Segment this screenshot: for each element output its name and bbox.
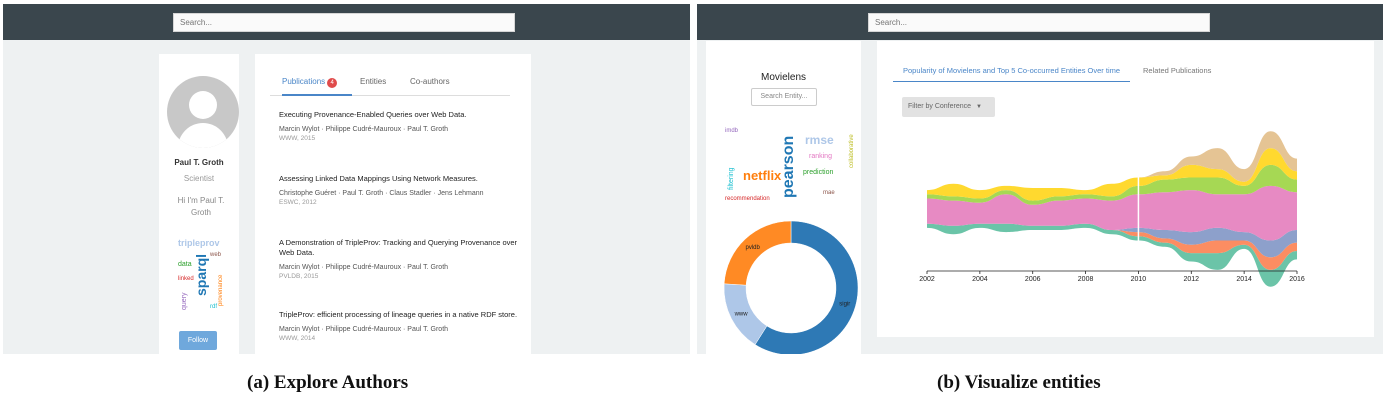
search-input[interactable] bbox=[173, 13, 515, 32]
word-cloud-term: query bbox=[181, 292, 188, 310]
donut-slice-label: pvldb bbox=[745, 245, 760, 251]
publication-item: TripleProv: efficient processing of line… bbox=[279, 310, 519, 342]
streamgraph-chart: 2002 2004 2006 2008 2010 2012 2014 2016 bbox=[919, 131, 1305, 287]
entity-title: Movielens bbox=[760, 72, 807, 83]
visualize-entities-screen: Movielens Search Entity... pearson netfl… bbox=[697, 4, 1383, 354]
tab-publications[interactable]: Publications 4 bbox=[282, 77, 338, 88]
x-tick-label: 2002 bbox=[919, 276, 935, 283]
profile-tabs: Publications 4 Entities Co-authors bbox=[270, 72, 510, 96]
word-cloud-term: provenance bbox=[218, 274, 224, 306]
x-tick-label: 2014 bbox=[1236, 276, 1252, 283]
entity-popularity-card: Popularity of Movielens and Top 5 Co-occ… bbox=[877, 41, 1374, 337]
x-tick-label: 2006 bbox=[1025, 276, 1041, 283]
publication-item: Executing Provenance-Enabled Queries ove… bbox=[279, 110, 519, 142]
entity-word-cloud: pearson netflix recommendation rmse pred… bbox=[725, 128, 855, 202]
word-cloud-term: linked bbox=[178, 276, 194, 282]
explore-authors-screen: Paul T. Groth Scientist Hi I'm Paul T. G… bbox=[3, 4, 690, 354]
publication-title[interactable]: TripleProv: efficient processing of line… bbox=[279, 310, 519, 320]
word-cloud-term: collaborative bbox=[849, 134, 855, 168]
chart-tabs: Popularity of Movielens and Top 5 Co-occ… bbox=[893, 53, 1363, 83]
top-navbar bbox=[697, 4, 1383, 40]
tab-label: Publications bbox=[282, 77, 326, 86]
publication-authors[interactable]: Marcin Wylot · Philippe Cudré-Mauroux · … bbox=[279, 264, 519, 271]
x-tick-label: 2016 bbox=[1289, 276, 1305, 283]
publication-venue: WWW, 2014 bbox=[279, 335, 316, 342]
follow-button[interactable]: Follow bbox=[179, 331, 217, 350]
tab-related-publications[interactable]: Related Publications bbox=[1143, 66, 1211, 75]
x-tick-label: 2010 bbox=[1131, 276, 1147, 283]
author-word-cloud: tripleprov sparql data linked query web … bbox=[178, 238, 224, 310]
donut-slice-pvldb[interactable] bbox=[723, 220, 792, 286]
search-input[interactable] bbox=[868, 13, 1210, 32]
caret-down-icon: ▼ bbox=[975, 104, 982, 110]
conference-donut-chart: sigir www pvldb bbox=[723, 220, 859, 354]
tab-entities[interactable]: Entities bbox=[360, 77, 386, 86]
publication-venue: ESWC, 2012 bbox=[279, 199, 317, 206]
tab-co-authors[interactable]: Co-authors bbox=[410, 77, 450, 86]
entity-card: Movielens Search Entity... pearson netfl… bbox=[706, 41, 861, 354]
top-navbar bbox=[3, 4, 690, 40]
word-cloud-term: recommendation bbox=[725, 196, 770, 202]
publication-item: Assessing Linked Data Mappings Using Net… bbox=[279, 174, 519, 206]
publication-authors[interactable]: Marcin Wylot · Philippe Cudré-Mauroux · … bbox=[279, 126, 519, 133]
stream-layer[interactable] bbox=[927, 131, 1297, 191]
caption-visualize-entities: (b) Visualize entities bbox=[937, 372, 1101, 393]
word-cloud-term: mae bbox=[823, 190, 835, 196]
publication-venue: WWW, 2015 bbox=[279, 135, 316, 142]
filter-by-conference-dropdown[interactable]: Filter by Conference ▼ bbox=[902, 97, 995, 117]
avatar bbox=[167, 76, 239, 148]
publications-card: Publications 4 Entities Co-authors Execut… bbox=[255, 54, 531, 354]
word-cloud-term: rmse bbox=[805, 133, 834, 147]
publication-title[interactable]: Executing Provenance-Enabled Queries ove… bbox=[279, 110, 519, 120]
word-cloud-term: sparql bbox=[193, 254, 209, 296]
author-greeting: Hi I'm Paul T. Groth bbox=[177, 196, 225, 217]
word-cloud-term: filtering bbox=[728, 167, 735, 190]
author-role: Scientist bbox=[183, 174, 215, 183]
word-cloud-term: prediction bbox=[803, 169, 833, 176]
author-profile-card: Paul T. Groth Scientist Hi I'm Paul T. G… bbox=[159, 54, 239, 354]
active-tab-indicator bbox=[282, 94, 352, 96]
x-tick-label: 2004 bbox=[972, 276, 988, 283]
publication-venue: PVLDB, 2015 bbox=[279, 273, 319, 280]
active-tab-indicator bbox=[893, 81, 1130, 82]
word-cloud-term: web bbox=[209, 252, 222, 258]
publication-title[interactable]: A Demonstration of TripleProv: Tracking … bbox=[279, 238, 519, 258]
avatar-head-shape bbox=[189, 91, 217, 119]
word-cloud-term: imdb bbox=[725, 128, 739, 134]
author-name: Paul T. Groth bbox=[174, 158, 224, 167]
caption-explore-authors: (a) Explore Authors bbox=[247, 372, 409, 393]
publication-item: A Demonstration of TripleProv: Tracking … bbox=[279, 238, 519, 280]
x-tick-label: 2008 bbox=[1078, 276, 1094, 283]
publication-authors[interactable]: Christophe Guéret · Paul T. Groth · Clau… bbox=[279, 190, 519, 197]
publication-authors[interactable]: Marcin Wylot · Philippe Cudré-Mauroux · … bbox=[279, 326, 519, 333]
publication-title[interactable]: Assessing Linked Data Mappings Using Net… bbox=[279, 174, 519, 184]
word-cloud-term: rdf bbox=[210, 304, 217, 310]
word-cloud-term: tripleprov bbox=[178, 238, 220, 248]
tab-popularity-over-time[interactable]: Popularity of Movielens and Top 5 Co-occ… bbox=[903, 66, 1120, 75]
donut-slice-label: www bbox=[734, 311, 749, 317]
word-cloud-term: pearson bbox=[780, 136, 797, 198]
donut-slice-label: sigir bbox=[839, 302, 850, 308]
publication-count-badge: 4 bbox=[327, 78, 338, 88]
filter-label: Filter by Conference bbox=[908, 103, 972, 110]
entity-search-button[interactable]: Search Entity... bbox=[751, 88, 817, 106]
avatar-body-shape bbox=[178, 123, 228, 148]
x-tick-label: 2012 bbox=[1183, 276, 1199, 283]
word-cloud-term: netflix bbox=[743, 168, 782, 183]
word-cloud-term: ranking bbox=[809, 153, 832, 160]
word-cloud-term: data bbox=[178, 261, 192, 268]
